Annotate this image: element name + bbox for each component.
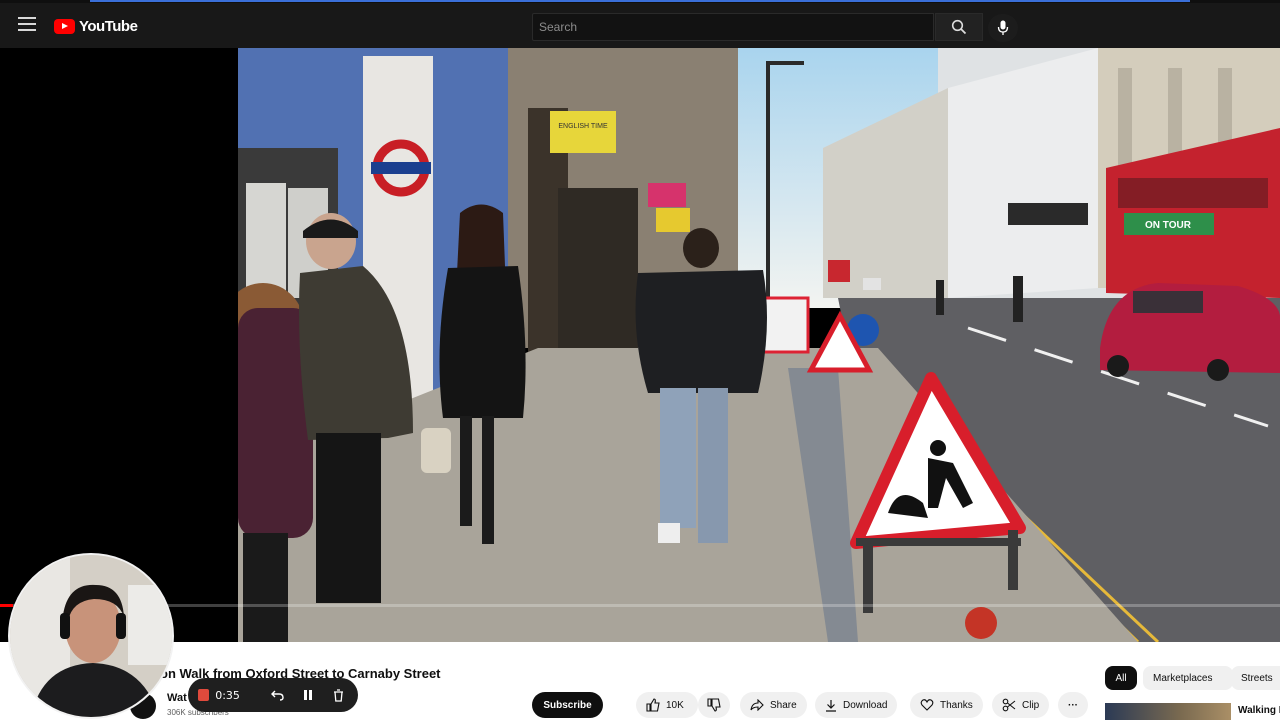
youtube-watch-page: YouTube Search ENGLISH TIME ON TOUR on W…: [0, 0, 1280, 720]
youtube-play-logo-icon: [54, 18, 75, 34]
clip-button[interactable]: Clip: [992, 692, 1050, 718]
like-button[interactable]: 10K: [636, 692, 698, 718]
clip-label: Clip: [1022, 699, 1040, 711]
search-input[interactable]: [533, 14, 933, 40]
thumbs-down-icon: [707, 698, 721, 712]
progress-bar[interactable]: [0, 604, 1280, 607]
next-video-thumbnail[interactable]: [1105, 703, 1231, 720]
delete-recording-button[interactable]: [329, 685, 348, 705]
scissors-icon: [1002, 698, 1016, 712]
voice-search-button[interactable]: [988, 14, 1018, 42]
webcam-person-image: [10, 555, 172, 717]
share-label: Share: [770, 699, 797, 711]
video-player[interactable]: ENGLISH TIME ON TOUR: [0, 48, 1280, 642]
more-actions-button[interactable]: ···: [1058, 692, 1088, 718]
video-info-panel: on Walk from Oxford Street to Carnaby St…: [0, 642, 1280, 720]
logo-text: YouTube: [79, 17, 138, 35]
thanks-label: Thanks: [940, 699, 973, 711]
undo-button[interactable]: [268, 685, 287, 705]
thanks-heart-icon: [920, 699, 934, 711]
video-frame[interactable]: ENGLISH TIME ON TOUR: [238, 48, 1280, 642]
progress-fill: [0, 604, 13, 607]
screen-recorder-controls: 0:35: [188, 678, 358, 712]
street-scene: ENGLISH TIME ON TOUR: [238, 48, 1280, 642]
pause-recording-button[interactable]: [299, 685, 318, 705]
youtube-logo[interactable]: YouTube: [54, 16, 138, 36]
top-bar: YouTube: [0, 3, 1280, 48]
like-count: 10K: [666, 699, 684, 711]
download-icon: [826, 699, 836, 712]
search-box[interactable]: [532, 13, 934, 41]
next-video-title[interactable]: Walking L: [1238, 705, 1280, 716]
download-label: Download: [843, 699, 888, 711]
dislike-button[interactable]: [698, 692, 730, 718]
search-icon: [951, 19, 967, 35]
download-button[interactable]: Download: [815, 692, 898, 718]
microphone-icon: [997, 20, 1009, 35]
webcam-overlay: [8, 553, 174, 719]
chip-marketplaces[interactable]: Marketplaces: [1143, 666, 1233, 690]
hamburger-menu-icon[interactable]: [18, 17, 36, 31]
bus-ad-text: ON TOUR: [1145, 220, 1192, 231]
undo-icon: [270, 690, 284, 701]
recording-elapsed-time: 0:35: [215, 688, 240, 702]
stop-recording-button[interactable]: [198, 689, 210, 701]
share-icon: [750, 699, 764, 711]
search-button[interactable]: [935, 13, 983, 41]
chip-all[interactable]: All: [1105, 666, 1137, 690]
pause-icon: [303, 690, 312, 700]
trash-icon: [334, 688, 344, 702]
share-button[interactable]: Share: [740, 692, 807, 718]
thumbs-up-icon: [646, 698, 660, 712]
thanks-button[interactable]: Thanks: [910, 692, 983, 718]
chip-streets[interactable]: Streets: [1231, 666, 1280, 690]
browser-highlight: [90, 0, 1190, 2]
shop-sign-text: ENGLISH TIME: [558, 123, 608, 130]
channel-name[interactable]: Wat: [167, 692, 187, 704]
subscribe-button[interactable]: Subscribe: [532, 692, 603, 718]
